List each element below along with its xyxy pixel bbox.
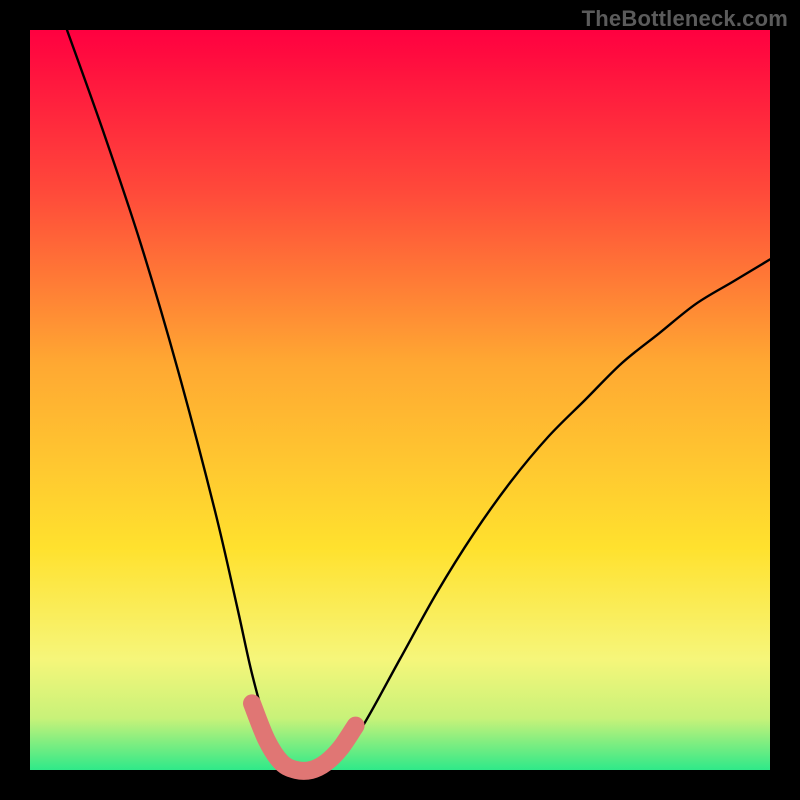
chart-stage: TheBottleneck.com xyxy=(0,0,800,800)
bottleneck-plot xyxy=(0,0,800,800)
watermark-text: TheBottleneck.com xyxy=(582,6,788,32)
